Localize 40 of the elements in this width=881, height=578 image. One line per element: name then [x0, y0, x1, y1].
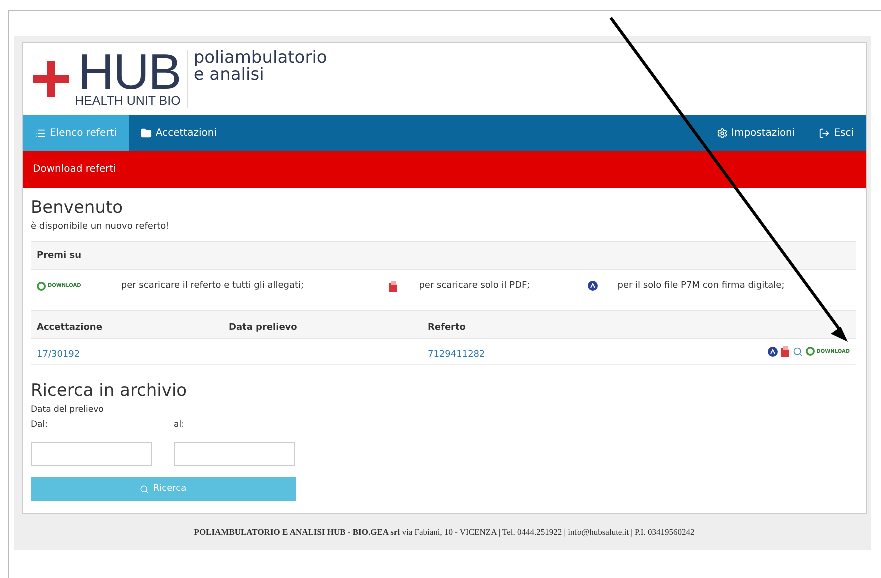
circle-icon [37, 282, 46, 290]
pdf-icon [389, 280, 398, 292]
legend-text: per il solo file P7M con firma digitale; [618, 281, 786, 291]
search-heading: Ricerca in archivio [31, 381, 188, 401]
welcome-heading: Benvenuto [31, 198, 124, 218]
column-header: Accettazione [37, 323, 102, 333]
legend-text: per scaricare solo il PDF; [419, 281, 532, 291]
logo-tagline: poliambulatorio [194, 50, 328, 67]
logo-subtitle: HEALTH UNIT BIO [75, 94, 181, 108]
nav-link[interactable]: Esci [807, 115, 866, 151]
search-icon[interactable] [792, 346, 803, 356]
date-field[interactable] [31, 442, 152, 466]
welcome-message: è disponibile un nuovo referto! [31, 222, 171, 232]
folder-icon [140, 128, 152, 138]
search-icon [140, 484, 150, 494]
settings-icon [716, 128, 728, 138]
field-label: Dal: [31, 420, 49, 430]
exit-icon [819, 128, 830, 138]
date-label: Data del prelievo [31, 405, 105, 415]
field-label: al: [174, 420, 186, 430]
acceptance-link[interactable]: 17/30192 [37, 350, 80, 360]
signature-icon[interactable] [768, 346, 778, 356]
logo-tagline: e analisi [194, 67, 264, 84]
date-field[interactable] [174, 442, 295, 466]
signature-icon [588, 281, 598, 291]
legend-title: Premi su [37, 250, 82, 260]
column-header: Data prelievo [229, 323, 298, 333]
legend-text: per scaricare il referto e tutti gli allegati; [121, 281, 306, 291]
nav-tab[interactable]: Elenco referti [23, 115, 129, 151]
column-header: Referto [428, 323, 466, 333]
list-icon [35, 128, 46, 138]
pdf-icon[interactable] [780, 346, 790, 357]
plus-icon [33, 61, 69, 97]
nav-link[interactable]: Impostazioni [704, 115, 808, 151]
nav-tab[interactable]: Accettazioni [128, 115, 229, 151]
logo-wordmark: HUB [78, 50, 181, 94]
banner-title: Download referti [33, 164, 116, 175]
circle-icon [806, 347, 815, 356]
report-link[interactable]: 7129411282 [428, 350, 486, 360]
footer-text: POLIAMBULATORIO E ANALISI HUB - BIO.GEA srl via Fabiani, 10 - VICENZA | Tel. 0444.251922 | info@hubsalute.it | P.I. 03419560242 [194, 527, 695, 537]
